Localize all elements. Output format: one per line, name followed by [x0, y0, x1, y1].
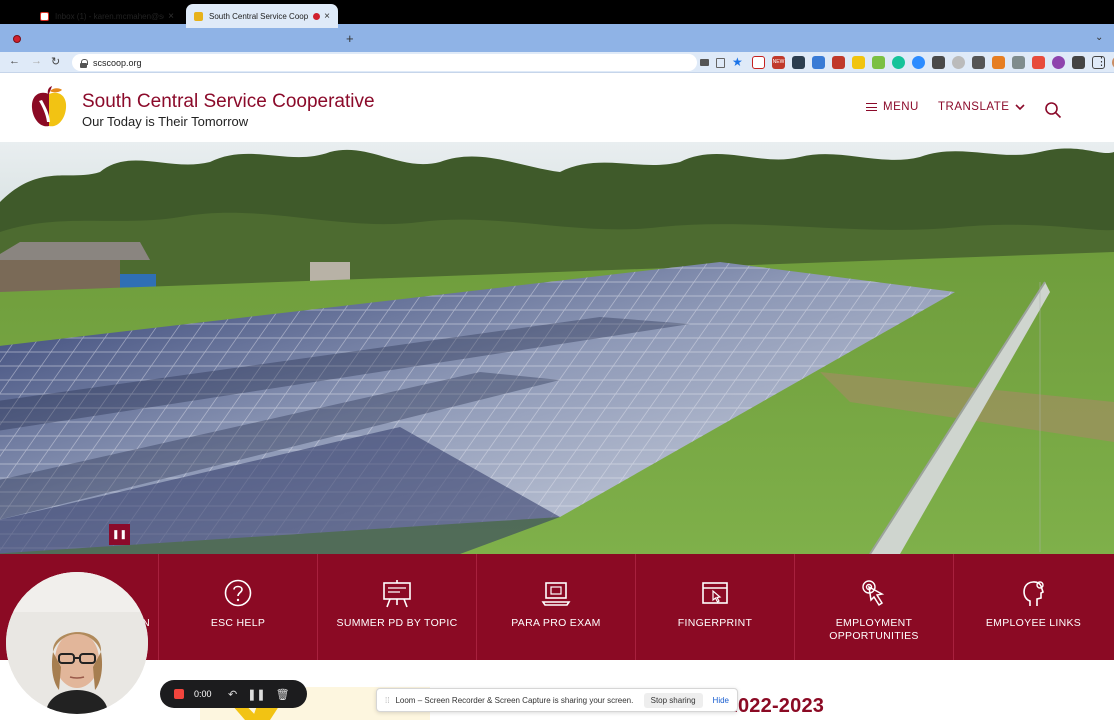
- hero-image: [0, 142, 1114, 554]
- site-favicon-icon: [194, 11, 203, 21]
- hand-pointer-icon: [862, 580, 885, 607]
- bookmark-star-icon[interactable]: ★: [732, 56, 745, 69]
- quick-link-label: SUMMER PD BY TOPIC: [336, 617, 458, 629]
- green-extension-icon[interactable]: [872, 56, 885, 69]
- apple-logo-icon[interactable]: [29, 86, 69, 130]
- gmail-extension-icon[interactable]: [752, 56, 765, 69]
- laptop-icon: [541, 582, 571, 606]
- browser-tab-strip: [0, 24, 1114, 52]
- undo-icon[interactable]: ↶: [228, 688, 237, 701]
- site-tagline: Our Today is Their Tomorrow: [82, 114, 249, 129]
- forward-arrow-icon[interactable]: →: [31, 55, 42, 67]
- quick-link-esc-help[interactable]: ESC HELP: [159, 554, 318, 660]
- recording-indicator-icon: [13, 35, 21, 43]
- close-tab-icon[interactable]: ×: [168, 11, 174, 22]
- stop-recording-button[interactable]: [174, 689, 184, 699]
- megaphone-extension-icon[interactable]: [992, 56, 1005, 69]
- translate-extension-icon[interactable]: [932, 56, 945, 69]
- reload-icon[interactable]: ↻: [51, 55, 60, 68]
- recording-timer: 0:00: [194, 689, 212, 699]
- browser-tab-inbox[interactable]: Inbox (1) - karen.mcmahen@sc ×: [32, 4, 182, 28]
- presenter-video: [6, 572, 148, 714]
- new-extension-icon[interactable]: NEW: [772, 56, 785, 69]
- cc-extension-icon[interactable]: [1032, 56, 1045, 69]
- puzzle-extensions-icon[interactable]: [1072, 56, 1085, 69]
- quick-link-label: PARA PRO EXAM: [511, 617, 601, 629]
- quick-link-label: FINGERPRINT: [677, 617, 753, 629]
- s-extension-icon[interactable]: [952, 56, 965, 69]
- scissors-extension-icon[interactable]: [1012, 56, 1025, 69]
- fingerprint-icon: [702, 582, 728, 604]
- back-arrow-icon[interactable]: ←: [9, 55, 20, 67]
- extensions-row: ★ NEW: [700, 56, 1114, 69]
- tab-search-chevron-icon[interactable]: ⌄: [1095, 32, 1103, 43]
- quick-link-fingerprint[interactable]: FINGERPRINT: [636, 554, 795, 660]
- sharing-message: Loom – Screen Recorder & Screen Capture …: [395, 695, 634, 705]
- menu-button[interactable]: MENU: [866, 101, 919, 113]
- search-icon[interactable]: [1044, 101, 1062, 119]
- tab-title: Inbox (1) - karen.mcmahen@sc: [55, 11, 165, 21]
- menu-label: MENU: [883, 101, 919, 113]
- gear-extension-icon[interactable]: [1052, 56, 1065, 69]
- translate-label: TRANSLATE: [938, 101, 1010, 113]
- pen-extension-icon[interactable]: [812, 56, 825, 69]
- solar-farm-illustration: [0, 142, 1114, 554]
- address-bar[interactable]: scscoop.org: [72, 54, 697, 71]
- loom-recording-controls: 0:00 ↶ ❚❚ 🗑: [160, 680, 307, 708]
- gmail-icon: [40, 11, 49, 21]
- tab-title: South Central Service Coop: [209, 11, 309, 21]
- quick-link-label: EMPLOYMENT OPPORTUNITIES: [829, 617, 919, 642]
- quick-links-bar: N ESC HELP SUMMER PD BY TOPIC PARA PRO E…: [0, 554, 1114, 660]
- trash-icon[interactable]: 🗑: [276, 688, 290, 701]
- ct-extension-icon[interactable]: [972, 56, 985, 69]
- quick-link-summer-pd[interactable]: SUMMER PD BY TOPIC: [318, 554, 477, 660]
- browser-tab-scscoop[interactable]: South Central Service Coop ×: [186, 4, 338, 28]
- grammar-extension-icon[interactable]: [892, 56, 905, 69]
- chevron-down-icon: [1015, 103, 1025, 110]
- close-tab-icon[interactable]: ×: [324, 11, 330, 22]
- screen-sharing-bar: ⁞⁞ Loom – Screen Recorder & Screen Captu…: [376, 688, 738, 712]
- question-circle-icon: [224, 579, 252, 607]
- stop-sharing-button[interactable]: Stop sharing: [643, 692, 703, 708]
- webcam-bubble[interactable]: [6, 572, 148, 714]
- new-tab-button[interactable]: +: [346, 31, 354, 46]
- checkbox-extension-icon[interactable]: [792, 56, 805, 69]
- url-text: scscoop.org: [93, 57, 142, 68]
- quick-link-employment[interactable]: EMPLOYMENT OPPORTUNITIES: [795, 554, 954, 660]
- zoom-extension-icon[interactable]: [912, 56, 925, 69]
- lock-icon: [80, 58, 88, 68]
- site-title[interactable]: South Central Service Cooperative: [82, 91, 375, 113]
- hide-button[interactable]: Hide: [713, 696, 729, 705]
- camera-extension-icon[interactable]: [700, 59, 709, 66]
- quick-link-employee-links[interactable]: EMPLOYEE LINKS: [954, 554, 1113, 660]
- translate-button[interactable]: TRANSLATE: [938, 101, 1025, 113]
- red-extension-icon[interactable]: [832, 56, 845, 69]
- share-icon[interactable]: [716, 57, 725, 68]
- quick-link-label: ESC HELP: [210, 617, 266, 629]
- screen: Inbox (1) - karen.mcmahen@sc × South Cen…: [0, 0, 1114, 720]
- pause-icon[interactable]: ❚❚: [247, 688, 265, 701]
- yellow-extension-icon[interactable]: [852, 56, 865, 69]
- browser-toolbar: ← → ↻ scscoop.org ★ NEW ⋮: [0, 52, 1114, 73]
- browser-menu-icon[interactable]: ⋮: [1096, 55, 1107, 68]
- hamburger-icon: [866, 103, 877, 111]
- site-header: South Central Service Cooperative Our To…: [0, 73, 1114, 142]
- recording-tab-icon: [313, 12, 321, 20]
- hero-pause-button[interactable]: ❚❚: [109, 524, 130, 545]
- head-gear-icon: [1022, 581, 1044, 606]
- presentation-board-icon: [383, 580, 411, 608]
- quick-link-para-pro[interactable]: PARA PRO EXAM: [477, 554, 636, 660]
- quick-link-label: EMPLOYEE LINKS: [985, 617, 1082, 629]
- drag-handle-icon[interactable]: ⁞⁞: [385, 696, 389, 705]
